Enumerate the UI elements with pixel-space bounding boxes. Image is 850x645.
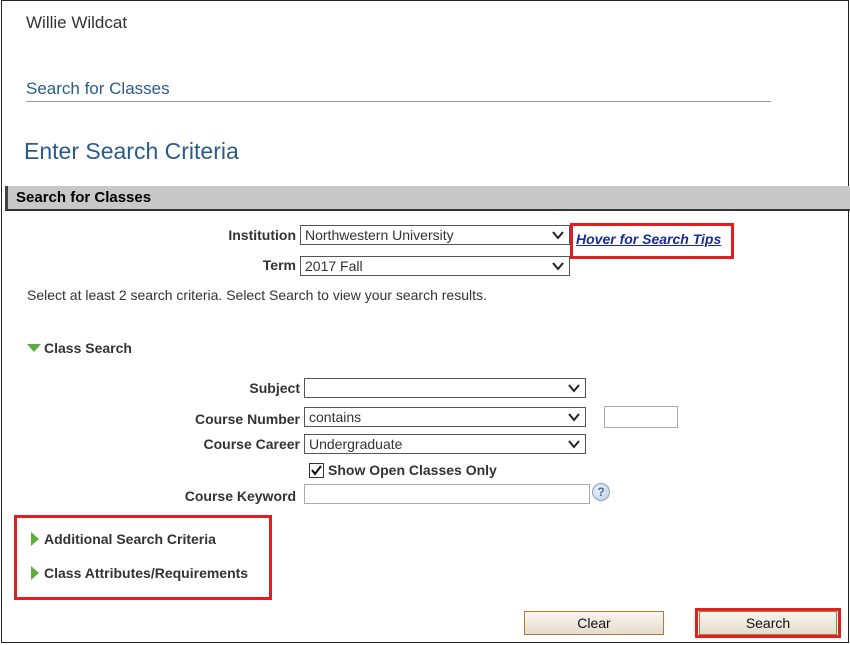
term-label: Term [262, 257, 296, 273]
search-tips-link[interactable]: Hover for Search Tips [576, 231, 721, 247]
expand-right-icon [31, 532, 39, 546]
expand-right-icon [31, 566, 39, 580]
institution-value: Northwestern University [305, 227, 454, 243]
search-for-classes-link[interactable]: Search for Classes [26, 79, 170, 99]
course-number-input[interactable] [604, 406, 678, 428]
open-classes-option[interactable]: Show Open Classes Only [309, 462, 497, 478]
chevron-down-icon [568, 384, 580, 393]
clear-button[interactable]: Clear [524, 611, 664, 635]
term-select[interactable]: 2017 Fall [300, 256, 570, 276]
institution-select[interactable]: Northwestern University [300, 225, 570, 245]
help-icon[interactable]: ? [592, 483, 610, 501]
chevron-down-icon [568, 440, 580, 449]
additional-criteria-toggle[interactable]: Additional Search Criteria [31, 531, 216, 547]
chevron-down-icon [568, 413, 580, 422]
section-title: Search for Classes [16, 189, 152, 206]
term-value: 2017 Fall [305, 258, 363, 274]
course-career-label: Course Career [203, 436, 301, 452]
subject-select[interactable] [304, 378, 586, 398]
page-title: Enter Search Criteria [24, 138, 239, 164]
class-attributes-toggle[interactable]: Class Attributes/Requirements [31, 565, 248, 581]
chevron-down-icon [552, 231, 564, 240]
user-name: Willie Wildcat [26, 13, 128, 32]
section-header: Search for Classes [5, 186, 850, 211]
course-number-operator-select[interactable]: contains [304, 407, 586, 427]
class-search-title: Class Search [44, 340, 132, 356]
course-keyword-input[interactable] [304, 484, 590, 504]
course-career-select[interactable]: Undergraduate [304, 434, 586, 454]
course-number-operator: contains [309, 409, 362, 425]
institution-label: Institution [228, 227, 296, 243]
search-button[interactable]: Search [699, 611, 837, 635]
open-classes-checkbox[interactable] [309, 462, 324, 478]
class-search-toggle[interactable]: Class Search [27, 340, 132, 356]
instructions-text: Select at least 2 search criteria. Selec… [27, 287, 487, 303]
open-classes-label: Show Open Classes Only [328, 462, 497, 478]
collapsibles-highlight [14, 515, 272, 600]
additional-criteria-label: Additional Search Criteria [44, 531, 216, 547]
checkmark-icon [311, 464, 322, 476]
expand-down-icon [27, 344, 41, 352]
page-frame: Willie Wildcat Search for Classes Enter … [1, 0, 850, 643]
course-keyword-label: Course Keyword [184, 488, 296, 504]
course-number-label: Course Number [194, 411, 300, 427]
chevron-down-icon [552, 262, 564, 271]
course-career-value: Undergraduate [309, 436, 403, 452]
class-attributes-label: Class Attributes/Requirements [44, 565, 249, 581]
divider [26, 101, 771, 102]
subject-label: Subject [249, 380, 300, 396]
